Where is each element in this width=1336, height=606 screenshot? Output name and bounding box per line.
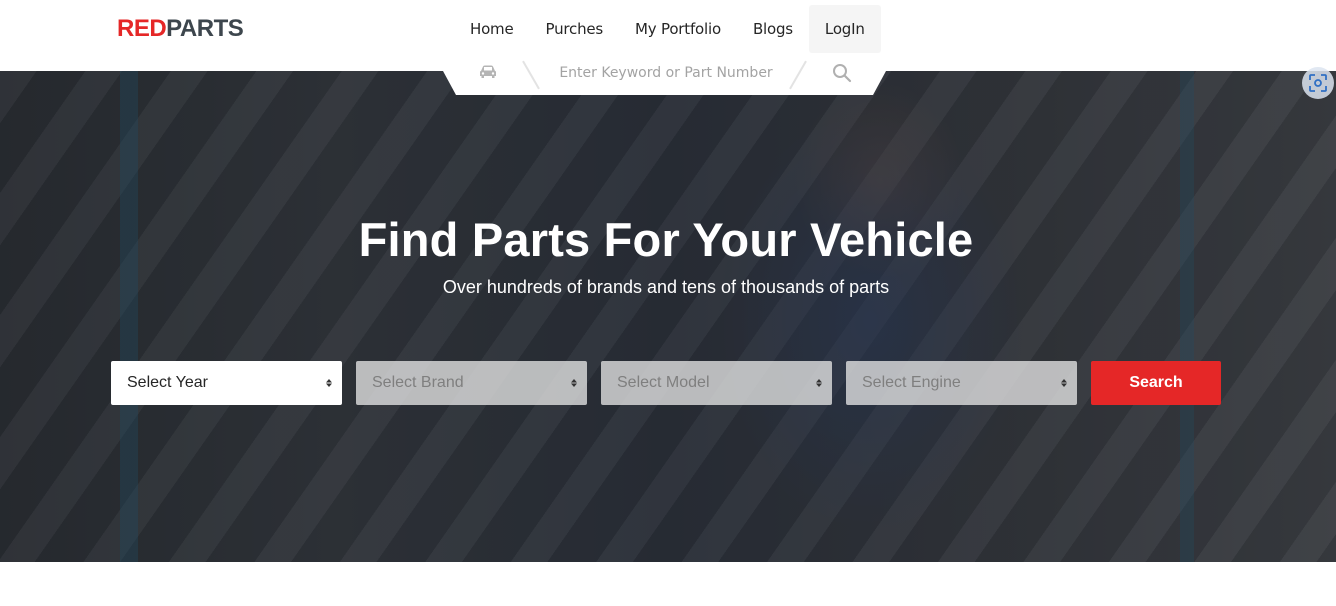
- select-engine[interactable]: Select Engine: [846, 361, 1077, 405]
- select-year[interactable]: Select Year: [111, 361, 342, 405]
- nav-item-login[interactable]: LogIn: [808, 5, 881, 53]
- search-input[interactable]: [548, 62, 784, 84]
- site-header: REDPARTS Home Purches My Portfolio Blogs…: [0, 0, 1336, 71]
- hero-banner: [0, 71, 1336, 562]
- nav-item-purches[interactable]: Purches: [530, 5, 620, 53]
- select-model[interactable]: Select Model: [601, 361, 832, 405]
- select-arrows-icon: [816, 379, 822, 387]
- hero-overlay: [0, 71, 1336, 562]
- hero-subtitle: Over hundreds of brands and tens of thou…: [442, 277, 890, 297]
- main-nav: Home Purches My Portfolio Blogs LogIn: [454, 5, 881, 53]
- nav-item-home[interactable]: Home: [454, 5, 530, 53]
- hero-title: Find Parts For Your Vehicle: [358, 213, 974, 266]
- select-arrows-icon: [571, 379, 577, 387]
- magnifier-icon[interactable]: [832, 63, 852, 83]
- select-engine-label: Select Engine: [862, 374, 961, 391]
- select-brand-label: Select Brand: [372, 374, 464, 391]
- select-arrows-icon: [1061, 379, 1067, 387]
- select-arrows-icon: [326, 379, 332, 387]
- scan-icon[interactable]: [1302, 67, 1334, 99]
- select-brand[interactable]: Select Brand: [356, 361, 587, 405]
- logo-red-part: RED: [117, 15, 167, 42]
- select-model-label: Select Model: [617, 374, 710, 391]
- nav-item-my-portfolio[interactable]: My Portfolio: [619, 5, 737, 53]
- car-icon[interactable]: [478, 64, 498, 80]
- select-year-label: Select Year: [127, 374, 208, 391]
- nav-item-blogs[interactable]: Blogs: [737, 5, 809, 53]
- logo-dark-part: PARTS: [166, 15, 244, 42]
- search-button[interactable]: Search: [1091, 361, 1221, 405]
- logo[interactable]: REDPARTS: [117, 15, 244, 43]
